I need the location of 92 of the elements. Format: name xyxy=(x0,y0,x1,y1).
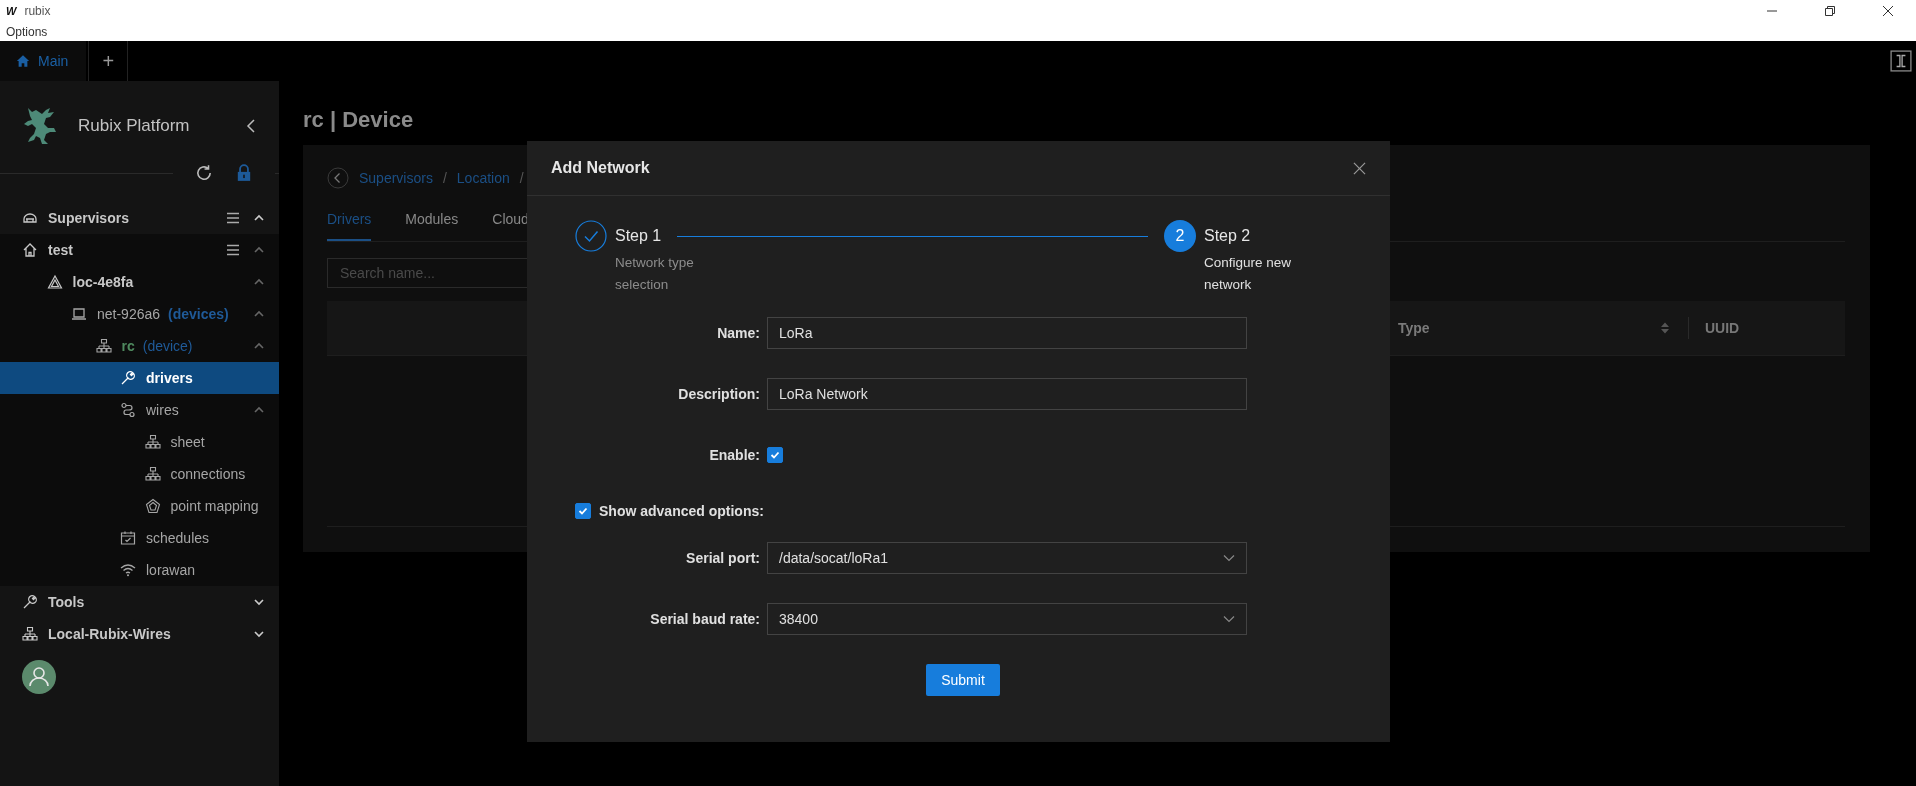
avatar-icon[interactable] xyxy=(22,660,56,694)
check-icon xyxy=(769,449,781,461)
dome-icon xyxy=(22,210,38,226)
item-label: loc-4e8fa xyxy=(72,274,134,290)
breadcrumb-separator: / xyxy=(519,170,524,186)
field-label: Serial port: xyxy=(686,550,760,566)
field-label: Serial baud rate: xyxy=(650,611,760,627)
refresh-icon[interactable] xyxy=(195,164,213,182)
tree-item[interactable]: sheet xyxy=(0,426,279,458)
item-label: Tools xyxy=(48,594,85,610)
item-label: connections xyxy=(170,466,246,482)
step-title: Step 1 xyxy=(615,227,662,245)
chevron-down-icon[interactable] xyxy=(253,596,265,608)
step-number: 2 xyxy=(1164,220,1196,252)
menu-icon[interactable] xyxy=(225,210,241,226)
page-title: rc | Device xyxy=(303,107,415,133)
lock-icon[interactable] xyxy=(235,164,253,182)
step-title: Step 2 xyxy=(1204,227,1251,245)
field-label: Enable: xyxy=(709,447,760,463)
window-title: rubix xyxy=(24,4,51,18)
text-field[interactable]: LoRa Network xyxy=(767,378,1247,410)
hierarchy-icon xyxy=(22,626,38,642)
menu-item[interactable]: Options xyxy=(6,24,48,39)
sort-icon[interactable] xyxy=(1660,321,1670,335)
column-header[interactable]: UUID xyxy=(1705,320,1845,336)
tab-label: Main xyxy=(38,53,69,69)
tree-item[interactable]: Local-Rubix-Wires xyxy=(0,618,279,650)
item-label: test xyxy=(48,242,73,258)
collapse-icon[interactable] xyxy=(245,118,257,134)
tree-item[interactable]: connections xyxy=(0,458,279,490)
menu-icon[interactable] xyxy=(225,242,241,258)
select-field[interactable]: /data/socat/loRa1 xyxy=(767,542,1247,574)
tree-item[interactable]: point mapping xyxy=(0,490,279,522)
close-icon[interactable] xyxy=(1353,161,1366,175)
item-label: drivers xyxy=(146,370,193,386)
tab[interactable]: Modules xyxy=(405,211,459,241)
tree-item[interactable]: schedules xyxy=(0,522,279,554)
column-header[interactable]: Type xyxy=(1398,320,1660,336)
check-icon xyxy=(577,505,589,517)
pentagon-icon xyxy=(144,498,161,514)
chevron-down-icon xyxy=(1223,554,1235,562)
field-label: Name: xyxy=(717,325,760,341)
nodes-icon xyxy=(120,402,136,418)
tree-item[interactable]: Tools xyxy=(0,586,279,618)
chevron-down-icon[interactable] xyxy=(253,628,265,640)
tree-item[interactable]: loc-4e8fa xyxy=(0,266,279,298)
item-label: schedules xyxy=(146,530,210,546)
laptop-icon xyxy=(71,306,87,322)
wrench-icon xyxy=(120,370,136,386)
restore-icon[interactable] xyxy=(1824,5,1836,17)
tree-item[interactable]: lorawan xyxy=(0,554,279,586)
tree-item[interactable]: net-926a6 (devices) xyxy=(0,298,279,330)
tree-item[interactable]: Supervisors xyxy=(0,202,279,234)
layout-icon[interactable] xyxy=(1890,50,1912,72)
triangle-icon xyxy=(46,274,63,290)
item-label: rc xyxy=(121,338,135,354)
field-label: Description: xyxy=(678,386,760,402)
wrench-icon xyxy=(22,594,38,610)
calendar-icon xyxy=(120,530,136,546)
hierarchy-icon xyxy=(144,466,161,482)
new-tab-button[interactable]: + xyxy=(88,41,129,81)
checkbox[interactable] xyxy=(767,447,783,463)
select-field[interactable]: 38400 xyxy=(767,603,1247,635)
tree-item[interactable]: wires xyxy=(0,394,279,426)
checkbox[interactable] xyxy=(575,503,591,519)
breadcrumb-separator: / xyxy=(442,170,447,186)
tree-item[interactable]: test xyxy=(0,234,279,266)
item-label: Local-Rubix-Wires xyxy=(48,626,171,642)
item-label: lorawan xyxy=(146,562,196,578)
step-description: Configure new network xyxy=(1204,254,1293,294)
app-logo: W xyxy=(6,5,17,17)
item-label: net-926a6 xyxy=(97,306,161,322)
field-label: Show advanced options: xyxy=(599,503,764,519)
item-label: sheet xyxy=(170,434,205,450)
home-icon xyxy=(22,242,38,258)
close-icon[interactable] xyxy=(1882,5,1894,17)
item-label: Supervisors xyxy=(48,210,129,226)
item-tag: (devices) xyxy=(168,306,229,322)
item-label: wires xyxy=(146,402,179,418)
hierarchy-icon xyxy=(144,434,161,450)
home-icon xyxy=(16,54,30,68)
text-field[interactable]: LoRa xyxy=(767,317,1247,349)
hierarchy-icon xyxy=(95,338,112,354)
tree-item[interactable]: rc (device) xyxy=(0,330,279,362)
submit-button[interactable]: Submit xyxy=(926,664,1000,696)
item-label: point mapping xyxy=(170,498,259,514)
chevron-down-icon xyxy=(1223,615,1235,623)
wifi-icon xyxy=(120,562,136,578)
item-tag: (device) xyxy=(142,338,193,354)
tree-item[interactable]: drivers xyxy=(0,362,279,394)
brand-name: Rubix Platform xyxy=(78,116,190,136)
dialog-title: Add Network xyxy=(551,159,651,177)
